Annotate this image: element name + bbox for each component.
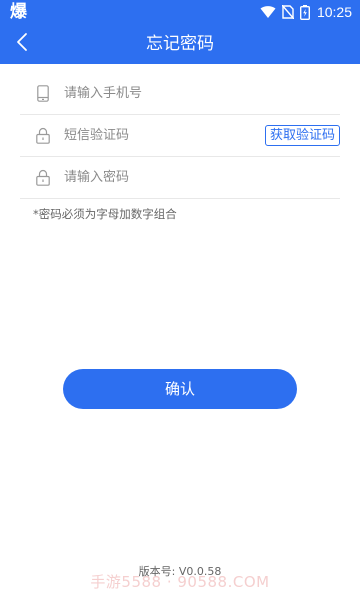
wifi-icon bbox=[260, 5, 276, 19]
page-title: 忘记密码 bbox=[146, 34, 214, 54]
watermark: 手游5588 · 90588.COM bbox=[90, 573, 270, 591]
no-sim-icon bbox=[281, 5, 294, 19]
sms-code-row: 获取验证码 bbox=[20, 115, 340, 157]
battery-icon bbox=[299, 4, 310, 20]
password-input[interactable] bbox=[64, 162, 340, 193]
forgot-password-form: 获取验证码 bbox=[0, 73, 360, 199]
status-bar: 爆 10:25 bbox=[0, 0, 360, 24]
lock-icon bbox=[35, 127, 51, 145]
app-notification-icon: 爆 bbox=[10, 2, 27, 22]
phone-row bbox=[20, 73, 340, 115]
phone-input[interactable] bbox=[64, 78, 340, 109]
app-header: 忘记密码 bbox=[0, 24, 360, 64]
password-row bbox=[20, 157, 340, 199]
phone-icon bbox=[35, 85, 51, 103]
status-time: 10:25 bbox=[316, 4, 352, 20]
status-icons: 10:25 bbox=[260, 0, 352, 24]
confirm-button[interactable]: 确认 bbox=[63, 369, 297, 409]
lock-icon bbox=[35, 169, 51, 187]
password-hint: *密码必须为字母加数字组合 bbox=[33, 207, 177, 221]
get-code-button[interactable]: 获取验证码 bbox=[264, 125, 340, 146]
